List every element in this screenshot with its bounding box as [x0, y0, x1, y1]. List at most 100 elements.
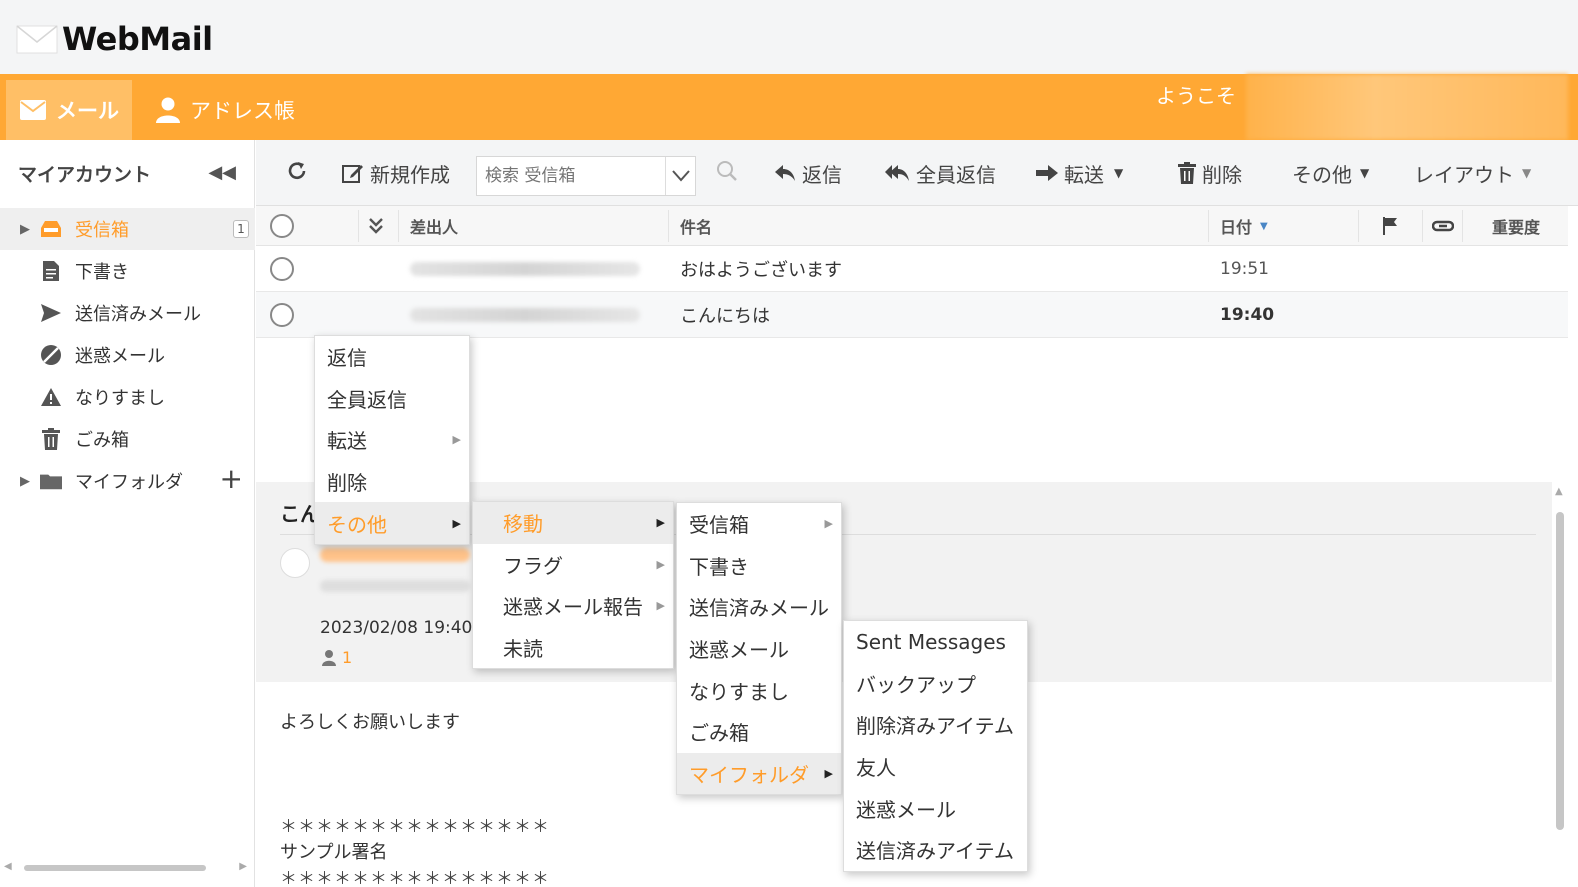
delete-button[interactable]: 削除: [1178, 158, 1242, 188]
search-button[interactable]: [716, 158, 738, 188]
column-importance[interactable]: 重要度: [1492, 206, 1540, 246]
other-label: その他: [1292, 162, 1352, 187]
dropdown-caret-icon: ▼: [1360, 166, 1370, 180]
menu-item-move-drafts[interactable]: 下書き: [677, 545, 841, 587]
sidebar-item-spam[interactable]: 迷惑メール: [0, 334, 255, 376]
column-sender[interactable]: 差出人: [410, 206, 458, 246]
menu-item-move-inbox[interactable]: 受信箱 ▶: [677, 503, 841, 545]
sidebar-item-inbox[interactable]: ▶ 受信箱 1: [0, 208, 255, 250]
select-all-radio[interactable]: [270, 214, 294, 238]
menu-item-folder-sent-messages[interactable]: Sent Messages: [844, 621, 1027, 663]
mail-icon: [20, 100, 46, 120]
scroll-right-icon[interactable]: ▶: [239, 861, 247, 872]
expand-arrow-icon[interactable]: ▶: [20, 474, 30, 489]
collapse-sidebar-icon[interactable]: ◀◀: [208, 162, 236, 183]
user-name-redacted[interactable]: [1246, 74, 1568, 140]
menu-item-move-trash[interactable]: ごみ箱: [677, 711, 841, 753]
sender-redacted: [410, 308, 640, 322]
main-nav: メール アドレス帳 ようこそ: [0, 74, 1578, 140]
attachment-column-icon[interactable]: [1432, 206, 1454, 246]
menu-item-folder-spam[interactable]: 迷惑メール: [844, 787, 1027, 829]
nav-address-book-label: アドレス帳: [190, 99, 295, 123]
move-submenu: 受信箱 ▶ 下書き 送信済みメール 迷惑メール なりすまし ごみ箱 マイフォルダ ▶: [676, 502, 842, 796]
menu-item-reply[interactable]: 返信: [315, 336, 469, 378]
menu-item-move[interactable]: 移動 ▶: [473, 502, 673, 544]
table-row[interactable]: こんにちは 19:40: [256, 292, 1568, 338]
select-all-checkbox[interactable]: [270, 206, 294, 246]
mail-toolbar: 新規作成 返信 全員返信 転送 ▼ 削除 その他: [256, 140, 1578, 206]
sidebar-item-spoofing[interactable]: なりすまし: [0, 376, 255, 418]
row-select-radio[interactable]: [270, 257, 294, 281]
other-button[interactable]: その他 ▼: [1292, 158, 1369, 188]
flag-column-icon[interactable]: [1382, 206, 1398, 246]
sidebar-item-label: 下書き: [75, 262, 129, 283]
menu-item-folder-friends[interactable]: 友人: [844, 746, 1027, 788]
forward-button[interactable]: 転送 ▼: [1036, 158, 1123, 188]
search-box[interactable]: [476, 156, 696, 196]
menu-item-unread[interactable]: 未読: [473, 627, 673, 669]
recipient-count[interactable]: 1: [322, 648, 352, 667]
menu-item-move-sent[interactable]: 送信済みメール: [677, 586, 841, 628]
sidebar-horizontal-scrollbar[interactable]: ◀ ▶: [0, 861, 255, 873]
column-date-label: 日付: [1220, 218, 1253, 237]
folder-sidebar: マイアカウント ◀◀ ▶ 受信箱 1 下書き 送信済みメール 迷惑メール なりす…: [0, 140, 255, 887]
nav-mail-tab[interactable]: メール: [6, 80, 132, 140]
forward-label: 転送: [1064, 162, 1104, 187]
sidebar-item-my-folder[interactable]: ▶ マイフォルダ +: [0, 460, 255, 502]
thread-toggle-icon[interactable]: [368, 206, 384, 246]
preview-vertical-scrollbar[interactable]: ▲: [1552, 482, 1568, 887]
menu-item-reply-all[interactable]: 全員返信: [315, 378, 469, 420]
search-icon: [716, 160, 738, 187]
menu-item-forward[interactable]: 転送 ▶: [315, 419, 469, 461]
menu-item-move-spoofing[interactable]: なりすまし: [677, 669, 841, 711]
sidebar-item-trash[interactable]: ごみ箱: [0, 418, 255, 460]
refresh-button[interactable]: [286, 158, 308, 188]
menu-item-folder-sent-items[interactable]: 送信済みアイテム: [844, 829, 1027, 871]
menu-item-move-my-folder[interactable]: マイフォルダ ▶: [677, 752, 841, 795]
sidebar-item-label: ごみ箱: [75, 430, 129, 451]
menu-item-report-spam[interactable]: 迷惑メール報告 ▶: [473, 585, 673, 627]
sidebar-item-drafts[interactable]: 下書き: [0, 250, 255, 292]
menu-item-label: ごみ箱: [689, 721, 749, 746]
submenu-arrow-icon: ▶: [452, 433, 461, 447]
trash-icon: [40, 428, 62, 450]
inbox-icon: [40, 218, 62, 240]
column-date[interactable]: 日付 ▼: [1220, 206, 1268, 246]
reply-all-button[interactable]: 全員返信: [884, 158, 996, 188]
menu-item-flag[interactable]: フラグ ▶: [473, 544, 673, 586]
sidebar-item-sent[interactable]: 送信済みメール: [0, 292, 255, 334]
menu-item-label: 返信: [327, 346, 367, 371]
document-icon: [40, 260, 62, 282]
expand-arrow-icon[interactable]: ▶: [20, 222, 30, 237]
to-redacted: [320, 580, 470, 592]
menu-item-move-spam[interactable]: 迷惑メール: [677, 628, 841, 670]
app-logo[interactable]: WebMail: [16, 20, 213, 58]
column-subject[interactable]: 件名: [680, 206, 712, 246]
search-input[interactable]: [477, 157, 657, 195]
add-folder-icon[interactable]: +: [220, 462, 243, 495]
from-redacted[interactable]: [320, 548, 470, 562]
scrollbar-thumb[interactable]: [24, 865, 206, 871]
menu-item-label: 迷惑メール: [856, 797, 956, 822]
scroll-left-icon[interactable]: ◀: [4, 861, 12, 872]
row-select-radio[interactable]: [270, 303, 294, 327]
scrollbar-thumb[interactable]: [1556, 512, 1564, 830]
table-row[interactable]: おはようございます 19:51: [256, 246, 1568, 292]
menu-item-folder-backup[interactable]: バックアップ: [844, 663, 1027, 705]
menu-item-delete[interactable]: 削除: [315, 461, 469, 503]
reply-button[interactable]: 返信: [774, 158, 842, 188]
search-scope-dropdown[interactable]: [665, 157, 695, 195]
new-message-button[interactable]: 新規作成: [342, 158, 450, 188]
scroll-up-icon[interactable]: ▲: [1555, 486, 1563, 497]
menu-item-label: 送信済みアイテム: [856, 839, 1014, 864]
menu-item-label: バックアップ: [856, 672, 976, 697]
layout-button[interactable]: レイアウト ▼: [1414, 158, 1531, 188]
person-icon: [322, 649, 336, 666]
menu-item-folder-deleted-items[interactable]: 削除済みアイテム: [844, 704, 1027, 746]
menu-item-label: 迷惑メール: [689, 638, 789, 663]
account-heading-label: マイアカウント: [18, 163, 152, 186]
reply-all-icon: [884, 164, 910, 182]
menu-item-other[interactable]: その他 ▶: [315, 502, 469, 544]
nav-address-book-tab[interactable]: アドレス帳: [156, 80, 295, 140]
sidebar-item-label: 迷惑メール: [75, 346, 165, 367]
